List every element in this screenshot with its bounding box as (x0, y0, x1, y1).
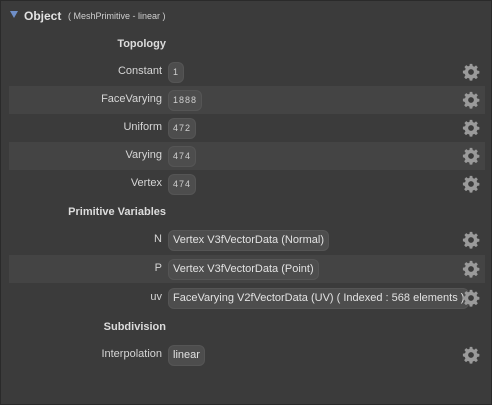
value-field[interactable]: 474 (168, 146, 197, 167)
object-header[interactable]: Object ( MeshPrimitive - linear ) (1, 1, 491, 31)
object-inspector-panel: Object ( MeshPrimitive - linear ) Topolo… (0, 0, 492, 405)
row-label: Constant (117, 65, 162, 77)
gear-icon[interactable] (462, 147, 480, 165)
row-label: Vertex (130, 177, 162, 189)
row-primvar-uv: uv FaceVarying V2fVectorData (UV) ( Inde… (9, 284, 485, 312)
value-field[interactable]: Vertex V3fVectorData (Point) (168, 259, 319, 280)
object-subtitle: ( MeshPrimitive - linear ) (68, 11, 166, 21)
row-vertex: Vertex 474 (9, 170, 485, 198)
value-field[interactable]: FaceVarying V2fVectorData (UV) ( Indexed… (168, 288, 470, 309)
row-label: N (154, 233, 162, 245)
gear-icon[interactable] (462, 91, 480, 109)
gear-icon[interactable] (462, 231, 480, 249)
row-label: uv (150, 291, 162, 303)
gear-icon[interactable] (462, 119, 480, 137)
section-subdivision-heading: Subdivision (103, 321, 166, 333)
section-topology-heading: Topology (117, 38, 166, 50)
object-title: Object (24, 9, 62, 23)
row-constant: Constant 1 (9, 58, 485, 86)
value-field[interactable]: Vertex V3fVectorData (Normal) (168, 230, 330, 251)
row-facevarying: FaceVarying 1888 (9, 86, 485, 114)
gear-icon[interactable] (462, 63, 480, 81)
row-label: Uniform (123, 121, 162, 133)
row-varying: Varying 474 (9, 142, 485, 170)
gear-icon[interactable] (462, 289, 480, 307)
row-label: FaceVarying (101, 93, 162, 105)
gear-icon[interactable] (462, 346, 480, 364)
gear-icon[interactable] (462, 260, 480, 278)
row-primvar-p: P Vertex V3fVectorData (Point) (9, 255, 485, 283)
value-field[interactable]: 474 (168, 174, 197, 195)
value-field[interactable]: 472 (168, 118, 197, 139)
value-field[interactable]: linear (168, 345, 205, 366)
section-primvars-heading: Primitive Variables (68, 206, 166, 218)
row-primvar-n: N Vertex V3fVectorData (Normal) (9, 226, 485, 254)
row-uniform: Uniform 472 (9, 114, 485, 142)
row-interpolation: Interpolation linear (9, 341, 485, 369)
row-label: Interpolation (101, 348, 162, 360)
value-field[interactable]: 1888 (168, 90, 203, 111)
value-field[interactable]: 1 (168, 62, 185, 83)
row-label: Varying (125, 149, 162, 161)
triangle-down-icon[interactable] (10, 11, 18, 18)
gear-icon[interactable] (462, 175, 480, 193)
row-label: P (154, 262, 162, 274)
